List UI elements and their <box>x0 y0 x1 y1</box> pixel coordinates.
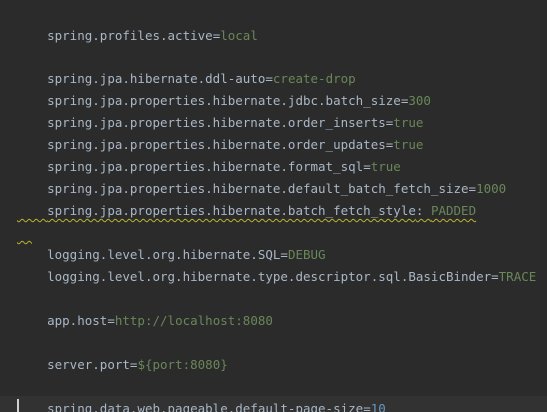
property-separator: = <box>107 313 115 328</box>
code-line[interactable]: spring.jpa.properties.hibernate.jdbc.bat… <box>17 68 431 108</box>
property-key: app.host <box>47 313 108 328</box>
code-line[interactable]: spring.jpa.hibernate.ddl-auto=create-dro… <box>17 46 356 86</box>
property-key: spring.jpa.properties.hibernate.batch_fe… <box>47 203 416 218</box>
property-key: logging.level.org.hibernate.type.descrip… <box>47 269 492 284</box>
code-line[interactable]: logging.level.org.hibernate.SQL=DEBUG <box>17 222 325 262</box>
code-line[interactable]: spring.jpa.properties.hibernate.default_… <box>17 156 506 196</box>
code-line[interactable]: spring.jpa.properties.hibernate.order_in… <box>17 90 423 130</box>
property-value: local <box>220 28 258 43</box>
property-separator: = <box>491 269 499 284</box>
property-key: spring.profiles.active <box>47 28 213 43</box>
code-line[interactable]: logging.level.org.hibernate.type.descrip… <box>17 244 536 284</box>
property-key: spring.data.web.pageable.default-page-si… <box>47 401 364 412</box>
code-line[interactable]: spring.jpa.properties.hibernate.order_up… <box>17 112 423 152</box>
property-value: TRACE <box>498 269 537 284</box>
code-line-warning[interactable]: spring.jpa.properties.hibernate.batch_fe… <box>17 178 476 218</box>
code-line[interactable]: server.port=${port:8080} <box>17 332 228 372</box>
property-value: 1000 <box>476 181 507 196</box>
code-editor[interactable]: spring.profiles.active=local spring.jpa.… <box>0 0 547 412</box>
code-line[interactable]: spring.data.web.pageable.default-page-si… <box>17 376 386 412</box>
code-line[interactable]: app.host=http://localhost:8080 <box>17 288 273 328</box>
code-line[interactable]: spring.profiles.active=local <box>17 3 258 43</box>
property-value: ${port:8080} <box>137 357 228 372</box>
property-value: 10 <box>370 401 386 412</box>
property-separator: : <box>415 203 431 218</box>
property-value: http://localhost:8080 <box>114 313 273 328</box>
property-key: server.port <box>47 357 130 372</box>
property-separator: = <box>363 401 371 412</box>
text-caret <box>17 399 19 412</box>
code-line[interactable]: spring.jpa.properties.hibernate.format_s… <box>17 134 401 174</box>
property-value: PADDED <box>430 203 477 218</box>
